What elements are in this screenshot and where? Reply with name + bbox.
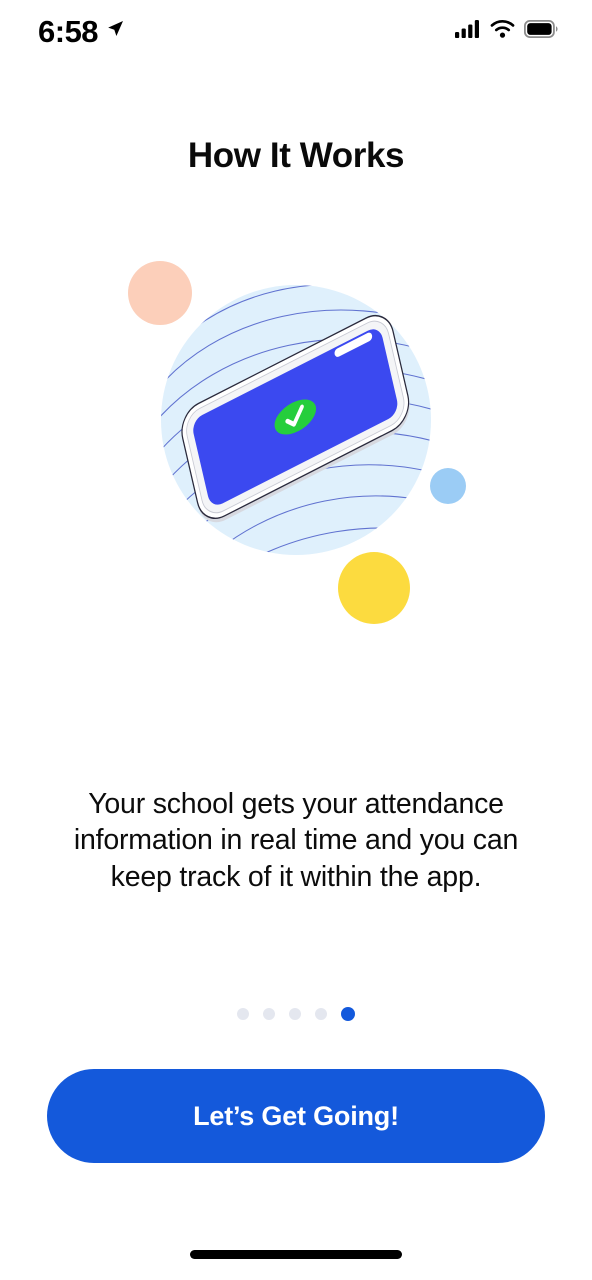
peach-circle bbox=[128, 261, 192, 325]
page-dot-1[interactable] bbox=[237, 1008, 249, 1021]
location-arrow-icon bbox=[105, 19, 125, 44]
phone-attendance-illustration bbox=[0, 248, 592, 668]
page-title: How It Works bbox=[187, 136, 405, 175]
status-bar: 6:58 bbox=[0, 0, 592, 62]
wifi-icon bbox=[490, 19, 515, 43]
lets-get-going-button[interactable]: Let’s Get Going! bbox=[47, 1069, 545, 1164]
page-dot-2[interactable] bbox=[263, 1008, 275, 1021]
status-bar-time: 6:58 bbox=[38, 13, 99, 49]
page-dot-5[interactable] bbox=[341, 1007, 355, 1022]
battery-full-icon bbox=[523, 19, 558, 43]
page-dot-3[interactable] bbox=[289, 1008, 301, 1021]
status-bar-right bbox=[455, 19, 558, 43]
light-blue-circle bbox=[430, 468, 466, 504]
status-bar-left: 6:58 bbox=[38, 16, 125, 47]
pagination-dots[interactable] bbox=[0, 1007, 592, 1022]
cellular-signal-icon bbox=[455, 19, 481, 43]
cta-container: Let’s Get Going! bbox=[0, 1069, 592, 1164]
onboarding-screen: 6:58 How It Works Your school gets your … bbox=[0, 0, 592, 1280]
page-dot-4[interactable] bbox=[315, 1008, 327, 1021]
body-text: Your school gets your attendance informa… bbox=[73, 788, 519, 893]
yellow-circle bbox=[338, 552, 410, 624]
home-indicator[interactable] bbox=[190, 1249, 402, 1259]
home-indicator-area bbox=[0, 1228, 592, 1280]
illustration-svg bbox=[128, 261, 466, 624]
